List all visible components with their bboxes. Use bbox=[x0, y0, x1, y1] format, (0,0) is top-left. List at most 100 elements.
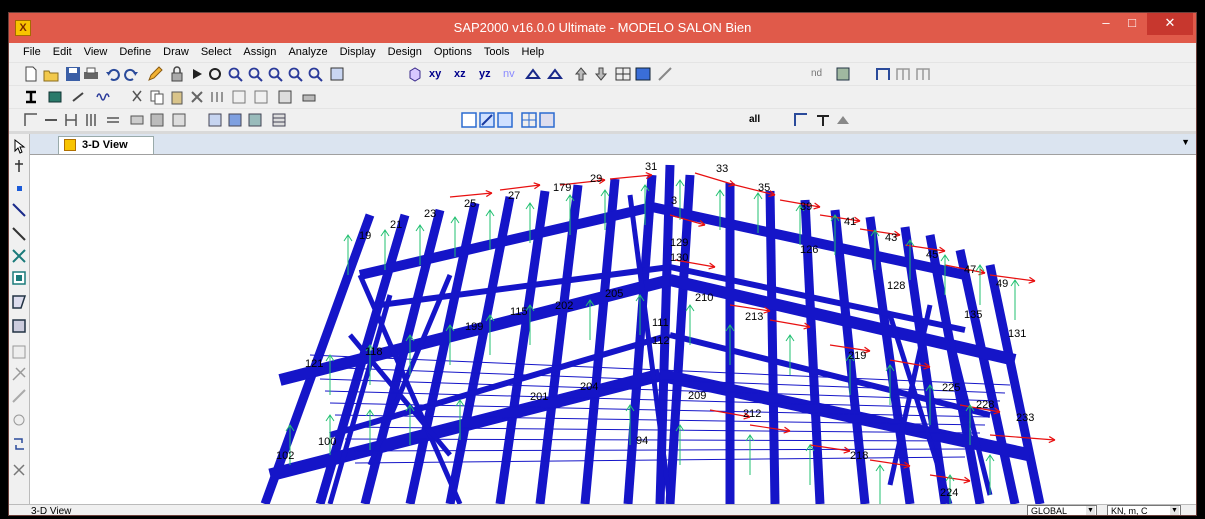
view-xy-button[interactable]: xy bbox=[429, 66, 441, 82]
quick-draw-icon[interactable] bbox=[171, 112, 187, 128]
menu-display[interactable]: Display bbox=[334, 43, 382, 62]
menu-file[interactable]: File bbox=[9, 43, 47, 62]
zoom-in-icon[interactable] bbox=[247, 66, 263, 82]
frame-section-icon[interactable] bbox=[875, 66, 891, 82]
draw-frame-element-icon[interactable] bbox=[63, 112, 79, 128]
delete-icon[interactable] bbox=[189, 89, 205, 105]
link-section-icon[interactable] bbox=[71, 89, 87, 105]
show-forces-icon[interactable] bbox=[247, 112, 263, 128]
model-3d-viewport[interactable]: 31 29 179 27 25 23 21 19 33 35 39 41 43 45 47 49 3 129 130… bbox=[30, 155, 1196, 504]
zoom-out-icon[interactable] bbox=[267, 66, 283, 82]
show-undeformed-icon[interactable] bbox=[207, 112, 223, 128]
new-model-icon[interactable] bbox=[23, 66, 39, 82]
draw-secondary-beams-icon[interactable] bbox=[11, 270, 27, 286]
section-i-icon[interactable] bbox=[23, 89, 39, 105]
pencil-icon[interactable] bbox=[147, 66, 163, 82]
tendon-icon[interactable] bbox=[815, 112, 831, 128]
menu-tools[interactable]: Tools bbox=[478, 43, 516, 62]
draw-frame-icon[interactable] bbox=[895, 66, 911, 82]
spring-icon[interactable] bbox=[95, 89, 111, 105]
paste-icon[interactable] bbox=[169, 89, 185, 105]
draw-link-icon[interactable] bbox=[43, 112, 59, 128]
zoom-window-icon[interactable] bbox=[227, 66, 243, 82]
menu-help[interactable]: Help bbox=[516, 43, 551, 62]
perspective-icon[interactable] bbox=[525, 66, 541, 82]
draw-joint-icon[interactable] bbox=[11, 180, 27, 196]
menu-edit[interactable]: Edit bbox=[47, 43, 78, 62]
draw-frame-cable-icon[interactable] bbox=[11, 202, 27, 218]
chevron-down-icon[interactable]: ▼ bbox=[1170, 506, 1179, 515]
nd-label[interactable]: nd bbox=[811, 66, 822, 82]
show-tables-icon[interactable] bbox=[271, 112, 287, 128]
quick-draw-area-icon[interactable] bbox=[11, 344, 27, 360]
draw-reference-point-icon[interactable] bbox=[11, 462, 27, 478]
tab-dropdown-icon[interactable]: ▼ bbox=[1181, 137, 1190, 147]
save-icon[interactable] bbox=[65, 66, 81, 82]
structure-drawing[interactable]: 3129179272523211933353941434547493129130… bbox=[30, 155, 1196, 504]
maximize-button[interactable]: □ bbox=[1119, 13, 1145, 35]
draw-beam-icon[interactable] bbox=[105, 112, 121, 128]
draw-braces-icon[interactable] bbox=[11, 248, 27, 264]
open-folder-icon[interactable] bbox=[43, 66, 59, 82]
display-options-icon[interactable] bbox=[635, 66, 651, 82]
perspective-toggle-icon[interactable] bbox=[547, 66, 563, 82]
reshape-icon[interactable] bbox=[11, 158, 27, 174]
lock-icon[interactable] bbox=[169, 66, 185, 82]
minimize-button[interactable]: ‒ bbox=[1093, 13, 1119, 35]
3d-view-icon[interactable] bbox=[407, 66, 423, 82]
draw-special-joint-icon[interactable] bbox=[23, 112, 39, 128]
replicate-icon[interactable] bbox=[209, 89, 225, 105]
move-down-icon[interactable] bbox=[593, 66, 609, 82]
draw-column-icon[interactable] bbox=[83, 112, 99, 128]
draw-cable-icon[interactable] bbox=[915, 66, 931, 82]
draw-section-cut-icon[interactable] bbox=[11, 412, 27, 428]
snap-options-icon[interactable] bbox=[657, 66, 673, 82]
assign-joint-icon[interactable] bbox=[461, 112, 477, 128]
rotate-view-icon[interactable] bbox=[207, 66, 223, 82]
draw-rectangular-area-icon[interactable] bbox=[11, 318, 27, 334]
redo-icon[interactable] bbox=[123, 66, 139, 82]
menu-draw[interactable]: Draw bbox=[157, 43, 195, 62]
undo-icon[interactable] bbox=[105, 66, 121, 82]
pan-icon[interactable] bbox=[329, 66, 345, 82]
section-designer-icon[interactable] bbox=[793, 112, 809, 128]
divide-frames-icon[interactable] bbox=[231, 89, 247, 105]
select-all-grid-icon[interactable] bbox=[521, 112, 537, 128]
select-all-label[interactable]: all bbox=[749, 112, 760, 128]
show-deformed-icon[interactable] bbox=[227, 112, 243, 128]
menu-assign[interactable]: Assign bbox=[237, 43, 282, 62]
tab-3d-view[interactable]: 3-D View bbox=[58, 136, 154, 154]
draw-solid-icon[interactable] bbox=[149, 112, 165, 128]
draw-area-icon[interactable] bbox=[129, 112, 145, 128]
zoom-restore-icon[interactable] bbox=[287, 66, 303, 82]
draw-poly-area-icon[interactable] bbox=[11, 294, 27, 310]
quick-draw-frame-icon[interactable] bbox=[11, 226, 27, 242]
extrude-icon[interactable] bbox=[301, 89, 317, 105]
view-yz-button[interactable]: yz bbox=[479, 66, 491, 82]
draw-solid-element-icon[interactable] bbox=[11, 388, 27, 404]
menu-define[interactable]: Define bbox=[113, 43, 157, 62]
close-button[interactable]: ✕ bbox=[1147, 13, 1193, 35]
title-bar[interactable]: X SAP2000 v16.0.0 Ultimate - MODELO SALO… bbox=[9, 13, 1196, 43]
units-select[interactable]: KN, m, C ▼ bbox=[1107, 505, 1181, 515]
zoom-full-icon[interactable] bbox=[307, 66, 323, 82]
draw-dimension-icon[interactable] bbox=[11, 436, 27, 452]
merge-joints-icon[interactable] bbox=[253, 89, 269, 105]
draw-link-element-icon[interactable] bbox=[11, 366, 27, 382]
display-joint-loads-icon[interactable] bbox=[835, 112, 851, 128]
view-xz-button[interactable]: xz bbox=[454, 66, 466, 82]
cut-icon[interactable] bbox=[129, 89, 145, 105]
move-up-icon[interactable] bbox=[573, 66, 589, 82]
close-window-icon[interactable] bbox=[64, 139, 76, 151]
coordinate-system-select[interactable]: GLOBAL ▼ bbox=[1027, 505, 1097, 515]
select-pointer-icon[interactable] bbox=[539, 112, 555, 128]
run-analysis-icon[interactable] bbox=[189, 66, 205, 82]
view-nv-button[interactable]: nv bbox=[503, 66, 515, 82]
print-icon[interactable] bbox=[83, 66, 99, 82]
assign-frame-icon[interactable] bbox=[479, 112, 495, 128]
menu-select[interactable]: Select bbox=[195, 43, 238, 62]
menu-view[interactable]: View bbox=[78, 43, 114, 62]
copy-icon[interactable] bbox=[149, 89, 165, 105]
menu-analyze[interactable]: Analyze bbox=[282, 43, 333, 62]
edit-grid-icon[interactable] bbox=[277, 89, 293, 105]
